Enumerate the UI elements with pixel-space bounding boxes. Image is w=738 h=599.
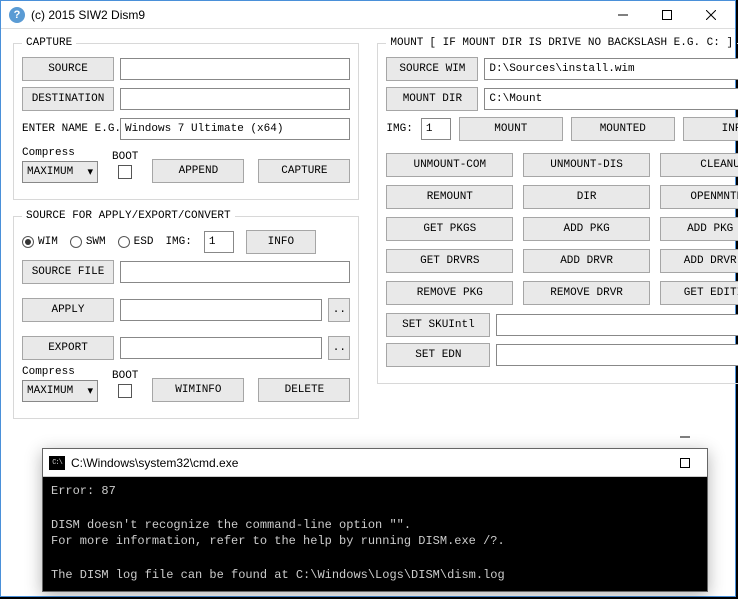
- mount-note: [ IF MOUNT DIR IS DRIVE NO BACKSLASH E.G…: [429, 37, 733, 49]
- export-browse-button[interactable]: ..: [328, 336, 350, 360]
- dir-button[interactable]: DIR: [523, 185, 650, 209]
- apply-button[interactable]: APPLY: [22, 298, 114, 322]
- mount-info-button[interactable]: INFO: [683, 117, 738, 141]
- boot-label: BOOT: [112, 151, 138, 163]
- get-drvrs-button[interactable]: GET DRVRS: [386, 249, 513, 273]
- src-boot-checkbox[interactable]: [118, 384, 132, 398]
- src-compress-select[interactable]: MAXIMUM ▾: [22, 380, 98, 402]
- cmd-window: C:\ C:\Windows\system32\cmd.exe Error: 8…: [42, 448, 708, 592]
- mount-button[interactable]: MOUNT: [459, 117, 563, 141]
- minimize-button[interactable]: [601, 2, 645, 28]
- get-pkgs-button[interactable]: GET PKGS: [386, 217, 513, 241]
- cmd-minimize-button[interactable]: [663, 424, 707, 450]
- unmount-dis-button[interactable]: UNMOUNT-DIS: [523, 153, 650, 177]
- cmd-close-button[interactable]: [663, 476, 707, 502]
- export-button[interactable]: EXPORT: [22, 336, 114, 360]
- set-skuintl-input[interactable]: [496, 314, 738, 336]
- boot-checkbox[interactable]: [118, 165, 132, 179]
- window-title: (c) 2015 SIW2 Dism9: [31, 8, 601, 22]
- unmount-com-button[interactable]: UNMOUNT-COM: [386, 153, 513, 177]
- append-button[interactable]: APPEND: [152, 159, 244, 183]
- enter-name-label: ENTER NAME E.G.:: [22, 123, 114, 135]
- cleanup-button[interactable]: CLEANUP: [660, 153, 738, 177]
- swm-radio[interactable]: [70, 236, 82, 248]
- src-img-label: IMG:: [165, 236, 191, 248]
- destination-button[interactable]: DESTINATION: [22, 87, 114, 111]
- add-drvr-button[interactable]: ADD DRVR: [523, 249, 650, 273]
- source-input[interactable]: [120, 58, 350, 80]
- maximize-button[interactable]: [645, 2, 689, 28]
- esd-radio[interactable]: [118, 236, 130, 248]
- mount-legend: MOUNT[ IF MOUNT DIR IS DRIVE NO BACKSLAS…: [386, 37, 737, 49]
- mount-img-input[interactable]: [421, 118, 451, 140]
- add-drvr-fol-button[interactable]: ADD DRVR FOL: [660, 249, 738, 273]
- destination-input[interactable]: [120, 88, 350, 110]
- export-input[interactable]: [120, 337, 322, 359]
- chevron-down-icon: ▾: [87, 165, 93, 179]
- mounted-button[interactable]: MOUNTED: [571, 117, 675, 141]
- capture-button[interactable]: CAPTURE: [258, 159, 350, 183]
- src-img-input[interactable]: [204, 231, 234, 253]
- source-file-button[interactable]: SOURCE FILE: [22, 260, 114, 284]
- wim-radio[interactable]: [22, 236, 34, 248]
- cmd-output[interactable]: Error: 87 DISM doesn't recognize the com…: [43, 477, 707, 591]
- openmntdir-button[interactable]: OPENMNTDIR: [660, 185, 738, 209]
- mount-dir-input[interactable]: [484, 88, 738, 110]
- add-pkg-button[interactable]: ADD PKG: [523, 217, 650, 241]
- close-button[interactable]: [689, 2, 733, 28]
- chevron-down-icon: ▾: [87, 384, 93, 398]
- remove-pkg-button[interactable]: REMOVE PKG: [386, 281, 513, 305]
- src-compress-label: Compress: [22, 366, 75, 378]
- src-boot-label: BOOT: [112, 370, 138, 382]
- titlebar: ? (c) 2015 SIW2 Dism9: [1, 1, 735, 29]
- set-edn-button[interactable]: SET EDN: [386, 343, 490, 367]
- set-skuintl-button[interactable]: SET SKUIntl: [386, 313, 490, 337]
- apply-browse-button[interactable]: ..: [328, 298, 350, 322]
- cmd-maximize-button[interactable]: [663, 450, 707, 476]
- name-input[interactable]: [120, 118, 350, 140]
- source-wim-input[interactable]: [484, 58, 738, 80]
- mount-img-label: IMG:: [386, 123, 412, 135]
- src-info-button[interactable]: INFO: [246, 230, 316, 254]
- cmd-title: C:\Windows\system32\cmd.exe: [71, 456, 663, 470]
- source-button[interactable]: SOURCE: [22, 57, 114, 81]
- capture-legend: CAPTURE: [22, 37, 76, 49]
- source-file-input[interactable]: [120, 261, 350, 283]
- source-wim-button[interactable]: SOURCE WIM: [386, 57, 478, 81]
- remount-button[interactable]: REMOUNT: [386, 185, 513, 209]
- set-edn-input[interactable]: [496, 344, 738, 366]
- capture-group: CAPTURE SOURCE DESTINATION ENTER NAME E.…: [13, 37, 359, 200]
- help-icon: ?: [9, 7, 25, 23]
- cmd-icon: C:\: [49, 456, 65, 470]
- get-editions-button[interactable]: GET EDITIONS: [660, 281, 738, 305]
- cmd-titlebar: C:\ C:\Windows\system32\cmd.exe: [43, 449, 707, 477]
- wiminfo-button[interactable]: WIMINFO: [152, 378, 244, 402]
- add-pkg-fol-button[interactable]: ADD PKG FOL: [660, 217, 738, 241]
- source-convert-legend: SOURCE FOR APPLY/EXPORT/CONVERT: [22, 210, 235, 222]
- compress-label: Compress: [22, 147, 75, 159]
- compress-select[interactable]: MAXIMUM ▾: [22, 161, 98, 183]
- delete-button[interactable]: DELETE: [258, 378, 350, 402]
- source-convert-group: SOURCE FOR APPLY/EXPORT/CONVERT WIM SWM …: [13, 210, 359, 419]
- mount-group: MOUNT [ IF MOUNT DIR IS DRIVE NO BACKSLAS…: [377, 37, 738, 384]
- mount-dir-button[interactable]: MOUNT DIR: [386, 87, 478, 111]
- apply-input[interactable]: [120, 299, 322, 321]
- remove-drvr-button[interactable]: REMOVE DRVR: [523, 281, 650, 305]
